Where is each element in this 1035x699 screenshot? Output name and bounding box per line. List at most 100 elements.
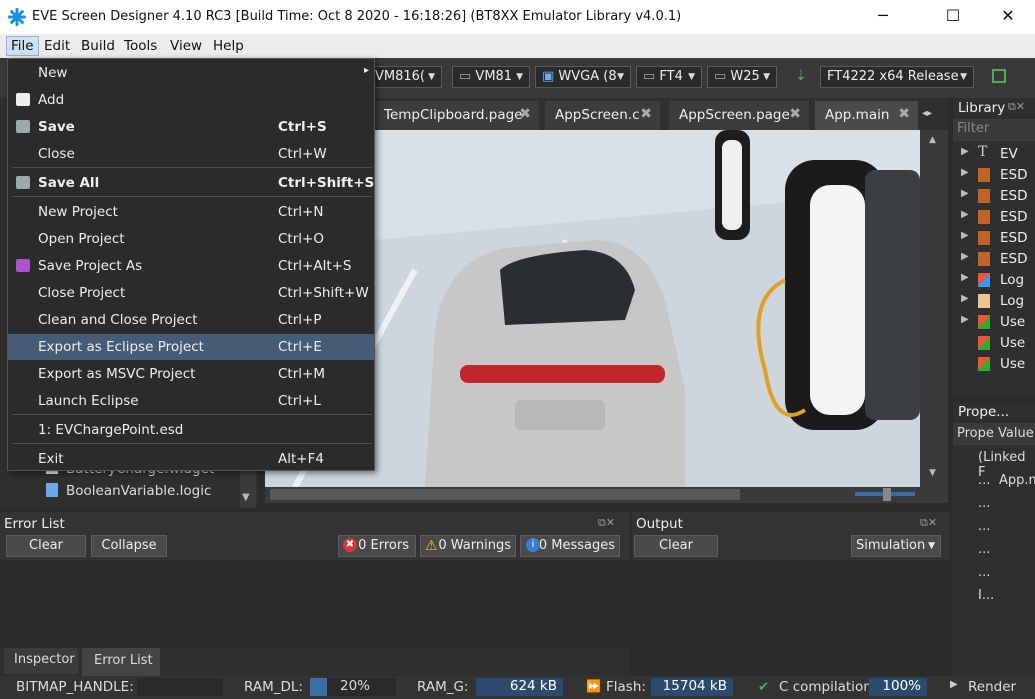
menu-item-close-project[interactable]: Close Project Ctrl+Shift+W bbox=[8, 280, 374, 306]
menu-help[interactable]: Help bbox=[213, 38, 244, 54]
ram-g-label: RAM_G: bbox=[417, 679, 469, 695]
scroll-up-icon[interactable]: ▲ bbox=[929, 135, 939, 145]
scroll-down-icon[interactable]: ▼ bbox=[242, 492, 250, 503]
menu-item-recent-file[interactable]: 1: EVChargePoint.esd bbox=[8, 417, 374, 443]
library-filter-input[interactable]: Filter bbox=[953, 119, 1035, 141]
menu-bar: File Edit Build Tools View Help bbox=[0, 34, 1035, 58]
resolution-select-value: WVGA (8 bbox=[558, 69, 617, 84]
output-body bbox=[632, 560, 950, 676]
tab-tempclipboard[interactable]: TempClipboard.page ✖ bbox=[374, 101, 539, 130]
library-item[interactable]: Use bbox=[953, 354, 1035, 375]
expand-icon[interactable]: ▶ bbox=[961, 146, 969, 157]
menu-item-launch-eclipse[interactable]: Launch Eclipse Ctrl+L bbox=[8, 388, 374, 414]
library-item[interactable]: ▶ T EV bbox=[953, 144, 1035, 165]
close-icon[interactable]: ✖ bbox=[789, 106, 801, 122]
zoom-slider-handle[interactable] bbox=[883, 488, 891, 501]
expand-icon[interactable]: ▶ bbox=[961, 188, 969, 199]
minimize-button[interactable]: ─ bbox=[860, 0, 906, 34]
errors-filter-button[interactable]: ✖ 0 Errors bbox=[338, 535, 416, 557]
flash-select[interactable]: ▭ W25 ▼ bbox=[707, 66, 777, 88]
library-item[interactable]: ▶ ESD bbox=[953, 228, 1035, 249]
property-name: ... bbox=[978, 496, 991, 511]
menu-edit[interactable]: Edit bbox=[44, 38, 70, 54]
tab-app-main[interactable]: App.main ✖ bbox=[815, 101, 918, 130]
info-icon: i bbox=[526, 538, 540, 552]
render-label: Render bbox=[968, 679, 1017, 695]
expand-icon[interactable]: ▶ bbox=[961, 251, 969, 262]
module-select[interactable]: VM816(▼ bbox=[368, 66, 442, 88]
close-button[interactable]: ✕ bbox=[985, 0, 1031, 34]
library-item[interactable]: ▶ Log bbox=[953, 291, 1035, 312]
library-item[interactable]: ▶ Log bbox=[953, 270, 1035, 291]
menu-tools[interactable]: Tools bbox=[124, 38, 157, 54]
tab-appscreen-page[interactable]: AppScreen.page ✖ bbox=[669, 101, 809, 130]
tab-inspector[interactable]: Inspector bbox=[4, 648, 78, 674]
expand-icon[interactable]: ▶ bbox=[961, 293, 969, 304]
canvas-vertical-scrollbar[interactable]: ▲ ▼ bbox=[920, 130, 948, 487]
expand-icon[interactable]: ▶ bbox=[961, 209, 969, 220]
canvas-horizontal-scrollbar[interactable] bbox=[265, 487, 948, 503]
menu-view[interactable]: View bbox=[170, 38, 202, 54]
panel-controls-icon[interactable]: ⧉✕ bbox=[598, 516, 615, 530]
value-column-header: Value bbox=[998, 426, 1034, 441]
build-config-select[interactable]: FT4222 x64 Release ▼ bbox=[820, 66, 974, 88]
chevron-down-icon: ▼ bbox=[428, 72, 435, 82]
menu-item-save[interactable]: Save Ctrl+S bbox=[8, 114, 374, 140]
menu-item-save-all[interactable]: Save All Ctrl+Shift+S bbox=[8, 170, 374, 196]
menu-item-clean-close-project[interactable]: Clean and Close Project Ctrl+P bbox=[8, 307, 374, 333]
clear-errors-button[interactable]: Clear bbox=[6, 535, 86, 557]
resolution-select[interactable]: ▣ WVGA (8 ▼ bbox=[535, 66, 631, 88]
expand-icon[interactable]: ▶ bbox=[961, 314, 969, 325]
user-widget-icon bbox=[978, 336, 990, 350]
expand-icon[interactable]: ▶ bbox=[961, 167, 969, 178]
menu-item-save-project-as[interactable]: Save Project As Ctrl+Alt+S bbox=[8, 253, 374, 279]
clear-output-button[interactable]: Clear bbox=[634, 535, 718, 557]
app-logo-icon bbox=[8, 8, 26, 26]
library-item[interactable]: Use bbox=[953, 333, 1035, 354]
filter-placeholder: Filter bbox=[957, 121, 990, 136]
tab-error-list[interactable]: Error List bbox=[82, 648, 160, 676]
play-icon: ▶ bbox=[950, 679, 958, 690]
ram-g-value: 624 kB bbox=[476, 678, 563, 696]
close-icon[interactable]: ✖ bbox=[898, 106, 910, 122]
scroll-thumb[interactable] bbox=[270, 489, 740, 500]
warnings-filter-button[interactable]: ⚠ 0 Warnings bbox=[420, 535, 516, 557]
menu-build[interactable]: Build bbox=[81, 38, 115, 54]
file-menu: New ▸ Add Save Ctrl+S Close Ctrl+W Save All… bbox=[7, 58, 375, 471]
panel-controls-icon[interactable]: ⧉✕ bbox=[920, 516, 937, 530]
close-icon[interactable]: ✖ bbox=[640, 106, 652, 122]
tab-scroll-icon[interactable]: ◂▸ bbox=[922, 108, 932, 119]
menu-file[interactable]: File bbox=[6, 36, 39, 56]
menu-item-open-project[interactable]: Open Project Ctrl+O bbox=[8, 226, 374, 252]
menu-item-close[interactable]: Close Ctrl+W bbox=[8, 141, 374, 167]
property-value[interactable]: App.m bbox=[999, 473, 1035, 488]
panel-controls-icon[interactable]: ⧉✕ bbox=[1008, 100, 1025, 114]
tab-appscreen-c[interactable]: AppScreen.c ✖ bbox=[545, 101, 660, 130]
menu-item-export-eclipse[interactable]: Export as Eclipse Project Ctrl+E bbox=[8, 334, 374, 360]
run-icon[interactable] bbox=[992, 69, 1006, 83]
tree-item[interactable]: BooleanVariable.logic bbox=[66, 483, 211, 499]
collapse-button[interactable]: Collapse bbox=[91, 535, 167, 557]
bitmap-handle-field bbox=[137, 678, 223, 696]
chip-select[interactable]: ▭ VM81 ▼ bbox=[452, 66, 530, 88]
output-mode-select[interactable]: Simulation ▼ bbox=[851, 535, 941, 557]
menu-item-add[interactable]: Add bbox=[8, 87, 374, 113]
expand-icon[interactable]: ▶ bbox=[961, 272, 969, 283]
connect-icon[interactable]: ⇣ bbox=[795, 68, 807, 84]
scroll-down-icon[interactable]: ▼ bbox=[929, 468, 939, 478]
maximize-button[interactable]: ☐ bbox=[930, 0, 976, 34]
library-item[interactable]: ▶ ESD bbox=[953, 165, 1035, 186]
menu-item-new[interactable]: New ▸ bbox=[8, 60, 374, 86]
menu-item-new-project[interactable]: New Project Ctrl+N bbox=[8, 199, 374, 225]
library-item[interactable]: ▶ ESD bbox=[953, 207, 1035, 228]
library-item[interactable]: ▶ ESD bbox=[953, 186, 1035, 207]
display-select[interactable]: ▭ FT4 ▼ bbox=[636, 66, 702, 88]
menu-item-exit[interactable]: Exit Alt+F4 bbox=[8, 446, 374, 472]
library-item[interactable]: ▶ Use bbox=[953, 312, 1035, 333]
library-item[interactable]: ▶ ESD bbox=[953, 249, 1035, 270]
chevron-down-icon: ▼ bbox=[688, 72, 695, 82]
messages-filter-button[interactable]: i0 Messages bbox=[520, 535, 620, 557]
expand-icon[interactable]: ▶ bbox=[961, 230, 969, 241]
menu-item-export-msvc[interactable]: Export as MSVC Project Ctrl+M bbox=[8, 361, 374, 387]
close-icon[interactable]: ✖ bbox=[519, 106, 531, 122]
